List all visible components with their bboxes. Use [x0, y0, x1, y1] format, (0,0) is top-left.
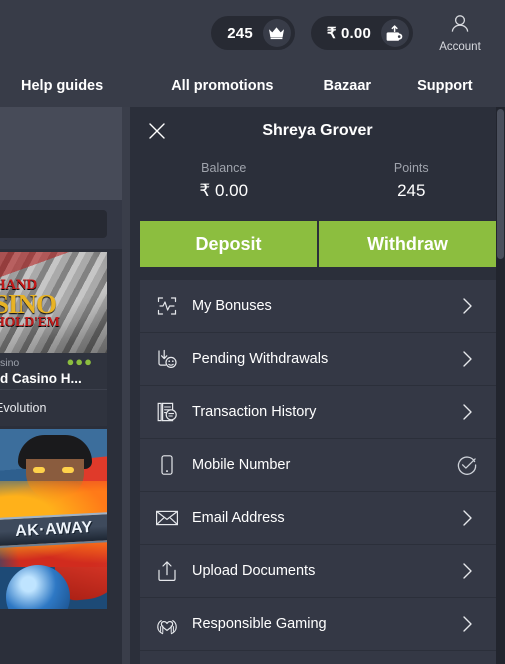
background-search-row [0, 200, 130, 249]
account-panel: Shreya Grover Balance ₹ 0.00 Points 245 … [130, 107, 505, 664]
background-page-edge [122, 107, 130, 664]
game-art-line2: SINO [0, 289, 57, 319]
points-value: 245 [227, 24, 253, 42]
account-actions: Deposit Withdraw [140, 221, 496, 267]
menu-item-label: Responsible Gaming [192, 616, 327, 632]
background-provider-row[interactable]: Evolution [0, 389, 107, 426]
menu-item-label: Upload Documents [192, 563, 316, 579]
chevron-right-icon [454, 293, 480, 319]
wallet-deposit-icon [381, 19, 409, 47]
nav-item-help-guides[interactable]: Help guides [21, 78, 103, 94]
menu-item-label: Email Address [192, 510, 285, 526]
background-search-input[interactable] [0, 210, 107, 238]
menu-item-mobile-number[interactable]: Mobile Number [140, 439, 496, 492]
account-menu-list: My Bonuses Pending Withdrawals Transacti… [140, 280, 496, 664]
menu-item-label: Mobile Number [192, 457, 291, 473]
balance-pill[interactable]: ₹ 0.00 [310, 16, 413, 50]
menu-item-my-bonuses[interactable]: My Bonuses [140, 280, 496, 333]
game-art-eye-right [62, 467, 74, 473]
stat-balance-label: Balance [201, 161, 247, 175]
menu-item-email-address[interactable]: Email Address [140, 492, 496, 545]
stat-points: Points 245 [318, 161, 505, 217]
scrollbar-thumb[interactable] [497, 109, 504, 259]
game-art-text-1: HAND SINO HOLD'EM [0, 278, 107, 330]
transaction-list-icon [154, 399, 180, 425]
menu-item-partial-next[interactable] [140, 651, 496, 664]
game-art-text-2: AK·AWAY [14, 518, 94, 541]
close-icon[interactable] [140, 114, 174, 148]
nav-item-all-promotions[interactable]: All promotions [171, 78, 273, 94]
chevron-right-icon [454, 346, 480, 372]
menu-item-responsible-gaming[interactable]: Responsible Gaming [140, 598, 496, 651]
nav-item-support[interactable]: Support [417, 78, 473, 94]
verified-check-icon [454, 452, 480, 478]
nav-item-bazaar[interactable]: Bazaar [324, 78, 372, 94]
upload-icon [154, 558, 180, 584]
game-provider-1: Evolution [0, 401, 47, 415]
stat-points-value: 245 [397, 181, 426, 200]
withdraw-button[interactable]: Withdraw [319, 221, 496, 267]
bonus-pulse-icon [154, 293, 180, 319]
menu-item-pending-withdrawals[interactable]: Pending Withdrawals [140, 333, 496, 386]
game-art-eye-left [33, 467, 45, 473]
app-root: 245 ₹ 0.00 Account Help guides All promo… [0, 0, 505, 664]
balance-value: ₹ 0.00 [326, 25, 371, 42]
stat-balance-value: ₹ 0.00 [199, 181, 249, 200]
chevron-right-icon [454, 399, 480, 425]
user-icon [449, 13, 471, 40]
deposit-button[interactable]: Deposit [140, 221, 317, 267]
envelope-icon [154, 505, 180, 531]
account-button[interactable]: Account [429, 13, 491, 53]
game-thumbnail-2: AK·AWAY [0, 429, 107, 609]
game-title-1: d Casino H... [0, 371, 82, 386]
game-art-line3: HOLD'EM [0, 315, 60, 330]
chevron-right-icon [454, 505, 480, 531]
background-game-card-2[interactable]: AK·AWAY [0, 429, 107, 609]
points-pill[interactable]: 245 [211, 16, 295, 50]
crown-icon [262, 19, 291, 47]
game-card-meta-1: sino ●●● d Casino H... [0, 353, 107, 386]
background-page: HAND SINO HOLD'EM sino ●●● d Casino H...… [0, 107, 130, 664]
account-panel-header [130, 107, 505, 154]
game-art-banner: AK·AWAY [0, 511, 107, 549]
panel-scrollbar[interactable] [496, 107, 505, 664]
more-dots-icon[interactable]: ●●● [66, 355, 93, 368]
nav-bar: Help guides All promotions Bazaar Suppor… [0, 66, 505, 107]
hands-heart-icon [154, 611, 180, 637]
menu-item-upload-documents[interactable]: Upload Documents [140, 545, 496, 598]
account-stats: Balance ₹ 0.00 Points 245 [130, 161, 505, 217]
top-bar: 245 ₹ 0.00 Account [0, 0, 505, 66]
background-hero-banner [0, 107, 122, 200]
pending-withdraw-icon [154, 346, 180, 372]
game-thumbnail-1: HAND SINO HOLD'EM [0, 252, 107, 353]
stat-points-label: Points [393, 161, 429, 175]
account-label: Account [439, 41, 481, 53]
menu-item-label: Pending Withdrawals [192, 351, 329, 367]
menu-item-transaction-history[interactable]: Transaction History [140, 386, 496, 439]
menu-item-label: My Bonuses [192, 298, 272, 314]
mobile-phone-icon [154, 452, 180, 478]
background-game-card-1[interactable]: HAND SINO HOLD'EM sino ●●● d Casino H... [0, 252, 107, 389]
chevron-right-icon [454, 558, 480, 584]
chevron-right-icon [454, 611, 480, 637]
stat-balance: Balance ₹ 0.00 [130, 161, 318, 217]
menu-item-label: Transaction History [192, 404, 317, 420]
